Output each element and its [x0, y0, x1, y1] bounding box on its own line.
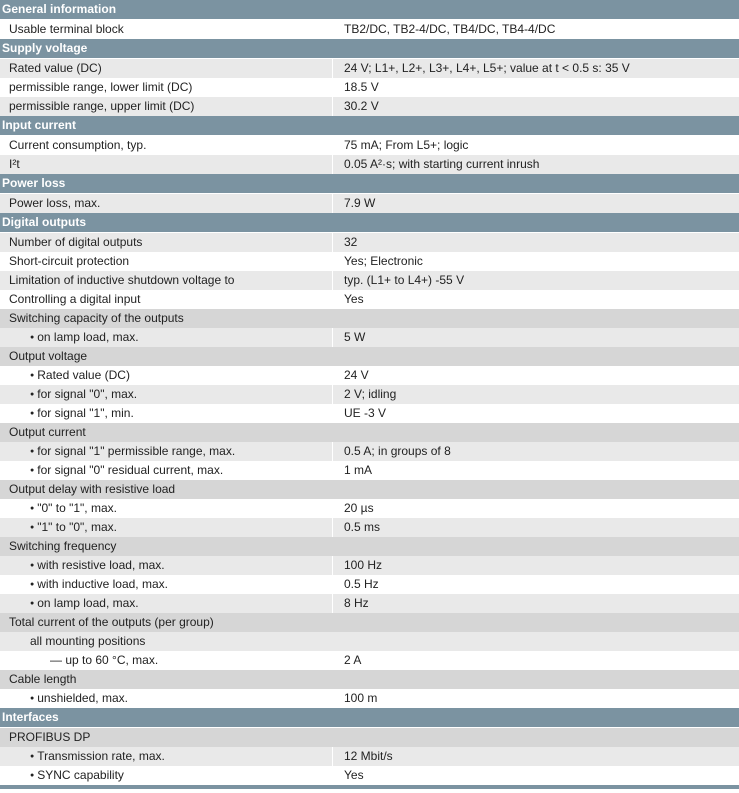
row-label: for signal "1" permissible range, max. — [0, 442, 333, 461]
table-row: Usable terminal block TB2/DC, TB2-4/DC, T… — [0, 20, 739, 39]
row-label: with inductive load, max. — [0, 575, 333, 594]
row-value: 0.05 A²·s; with starting current inrush — [333, 155, 739, 174]
table-bottom-border — [0, 785, 739, 789]
row-value: 20 µs — [333, 499, 739, 518]
table-row: Rated value (DC) 24 V; L1+, L2+, L3+, L4+… — [0, 59, 739, 78]
row-value: 2 V; idling — [333, 385, 739, 404]
subsection-header: Total current of the outputs (per group) — [0, 613, 739, 632]
table-row: "1" to "0", max.0.5 ms — [0, 518, 739, 537]
subsection-header: Switching capacity of the outputs — [0, 309, 739, 328]
row-label: "1" to "0", max. — [0, 518, 333, 537]
row-label: permissible range, lower limit (DC) — [0, 78, 333, 97]
row-label: Rated value (DC) — [0, 366, 333, 385]
row-value: 2 A — [333, 651, 739, 670]
row-value: 100 m — [333, 689, 739, 708]
row-value: 12 Mbit/s — [333, 747, 739, 766]
section-header: Supply voltage — [0, 39, 739, 58]
row-value: Yes; Electronic — [333, 252, 739, 271]
table-row: for signal "1" permissible range, max.0.… — [0, 442, 739, 461]
row-label: for signal "0", max. — [0, 385, 333, 404]
row-label: I²t — [0, 155, 333, 174]
table-row: with resistive load, max.100 Hz — [0, 556, 739, 575]
row-label: Rated value (DC) — [0, 59, 333, 78]
subsection-header: Cable length — [0, 670, 739, 689]
table-row: Number of digital outputs 32 — [0, 233, 739, 252]
spec-table: General information Usable terminal bloc… — [0, 0, 739, 789]
row-value: 30.2 V — [333, 97, 739, 116]
row-label: Controlling a digital input — [0, 290, 333, 309]
row-label: Transmission rate, max. — [0, 747, 333, 766]
table-row: Rated value (DC)24 V — [0, 366, 739, 385]
row-value: 18.5 V — [333, 78, 739, 97]
row-value: 5 W — [333, 328, 739, 347]
row-label: unshielded, max. — [0, 689, 333, 708]
row-value: TB2/DC, TB2-4/DC, TB4/DC, TB4-4/DC — [333, 20, 739, 39]
row-label: for signal "0" residual current, max. — [0, 461, 333, 480]
row-label: Current consumption, typ. — [0, 136, 333, 155]
table-row: Controlling a digital input Yes — [0, 290, 739, 309]
row-label: Number of digital outputs — [0, 233, 333, 252]
table-row: for signal "0", max.2 V; idling — [0, 385, 739, 404]
table-row: unshielded, max.100 m — [0, 689, 739, 708]
row-label: "0" to "1", max. — [0, 499, 333, 518]
section-header: Interfaces — [0, 708, 739, 727]
table-row: SYNC capabilityYes — [0, 766, 739, 785]
subsection-header: all mounting positions — [0, 632, 739, 651]
table-row: permissible range, lower limit (DC) 18.5 … — [0, 78, 739, 97]
table-row: for signal "0" residual current, max.1 m… — [0, 461, 739, 480]
table-row: Transmission rate, max.12 Mbit/s — [0, 747, 739, 766]
subsection-header: Output current — [0, 423, 739, 442]
row-value: typ. (L1+ to L4+) -55 V — [333, 271, 739, 290]
row-value: UE -3 V — [333, 404, 739, 423]
row-value: 24 V; L1+, L2+, L3+, L4+, L5+; value at … — [333, 59, 739, 78]
row-label: for signal "1", min. — [0, 404, 333, 423]
row-value: 8 Hz — [333, 594, 739, 613]
row-value: 0.5 Hz — [333, 575, 739, 594]
row-label: — up to 60 °C, max. — [0, 651, 333, 670]
table-row: Current consumption, typ. 75 mA; From L5+… — [0, 136, 739, 155]
table-row: for signal "1", min.UE -3 V — [0, 404, 739, 423]
section-header: Power loss — [0, 174, 739, 193]
row-label: Usable terminal block — [0, 20, 333, 39]
row-value: 0.5 A; in groups of 8 — [333, 442, 739, 461]
row-value: 0.5 ms — [333, 518, 739, 537]
table-row: on lamp load, max.5 W — [0, 328, 739, 347]
row-label: on lamp load, max. — [0, 328, 333, 347]
row-label: with resistive load, max. — [0, 556, 333, 575]
row-label: on lamp load, max. — [0, 594, 333, 613]
table-row: Power loss, max. 7.9 W — [0, 194, 739, 213]
row-value: 75 mA; From L5+; logic — [333, 136, 739, 155]
table-row: Short-circuit protection Yes; Electronic — [0, 252, 739, 271]
row-label: Power loss, max. — [0, 194, 333, 213]
row-label: Short-circuit protection — [0, 252, 333, 271]
row-value: 24 V — [333, 366, 739, 385]
table-row: with inductive load, max.0.5 Hz — [0, 575, 739, 594]
section-header: General information — [0, 0, 739, 19]
table-row: Limitation of inductive shutdown voltage… — [0, 271, 739, 290]
subsection-header: Output delay with resistive load — [0, 480, 739, 499]
row-label: permissible range, upper limit (DC) — [0, 97, 333, 116]
row-value: 7.9 W — [333, 194, 739, 213]
table-row: I²t 0.05 A²·s; with starting current inru… — [0, 155, 739, 174]
row-label: SYNC capability — [0, 766, 333, 785]
row-value: 1 mA — [333, 461, 739, 480]
subsection-header: PROFIBUS DP — [0, 728, 739, 747]
table-row: on lamp load, max.8 Hz — [0, 594, 739, 613]
row-value: Yes — [333, 766, 739, 785]
subsection-header: Output voltage — [0, 347, 739, 366]
table-row: permissible range, upper limit (DC) 30.2 … — [0, 97, 739, 116]
subsection-header: Switching frequency — [0, 537, 739, 556]
table-row: — up to 60 °C, max. 2 A — [0, 651, 739, 670]
row-value: 100 Hz — [333, 556, 739, 575]
row-value: 32 — [333, 233, 739, 252]
table-row: "0" to "1", max.20 µs — [0, 499, 739, 518]
row-label: Limitation of inductive shutdown voltage… — [0, 271, 333, 290]
section-header: Input current — [0, 116, 739, 135]
section-header: Digital outputs — [0, 213, 739, 232]
row-value: Yes — [333, 290, 739, 309]
